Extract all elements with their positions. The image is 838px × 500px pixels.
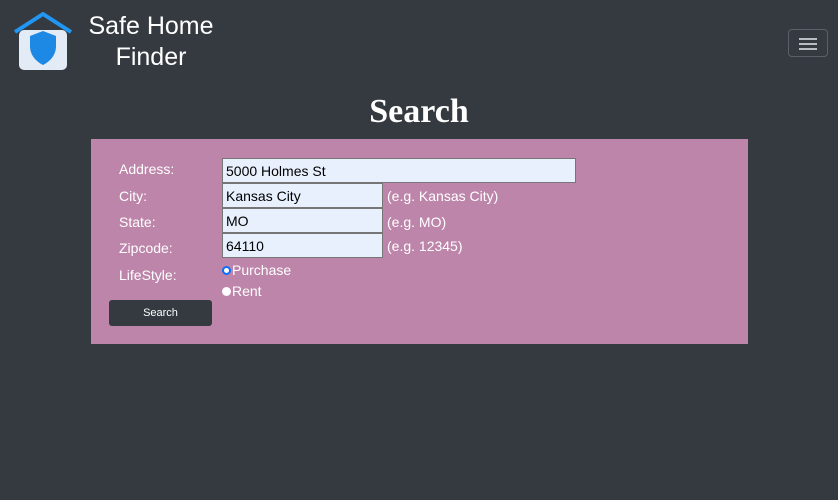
hamburger-menu-button[interactable] xyxy=(788,29,828,57)
city-input[interactable] xyxy=(222,183,383,208)
address-label: Address: xyxy=(119,161,175,177)
state-label: State: xyxy=(119,214,156,230)
city-hint: (e.g. Kansas City) xyxy=(387,188,499,204)
radio-rent-indicator[interactable] xyxy=(222,286,231,296)
radio-purchase[interactable]: Purchase xyxy=(222,261,291,279)
zipcode-input[interactable] xyxy=(222,233,383,258)
brand-title-line2: Finder xyxy=(115,43,187,71)
brand-title[interactable]: Safe Home Finder xyxy=(80,11,222,73)
house-shield-icon[interactable] xyxy=(13,12,73,72)
search-form: Address: City: (e.g. Kansas City) State:… xyxy=(91,139,748,344)
search-button[interactable]: Search xyxy=(109,300,212,326)
lifestyle-label: LifeStyle: xyxy=(119,267,177,283)
radio-rent-label: Rent xyxy=(232,283,262,299)
radio-purchase-indicator[interactable] xyxy=(222,265,231,275)
city-label: City: xyxy=(119,188,147,204)
address-input[interactable] xyxy=(222,158,576,183)
radio-purchase-label: Purchase xyxy=(232,262,292,278)
page-title: Search xyxy=(369,93,469,130)
brand-title-line1: Safe Home xyxy=(88,12,214,40)
state-input[interactable] xyxy=(222,208,383,233)
zipcode-hint: (e.g. 12345) xyxy=(387,238,463,254)
state-hint: (e.g. MO) xyxy=(387,214,447,230)
zipcode-label: Zipcode: xyxy=(119,240,173,256)
radio-rent[interactable]: Rent xyxy=(222,282,262,300)
